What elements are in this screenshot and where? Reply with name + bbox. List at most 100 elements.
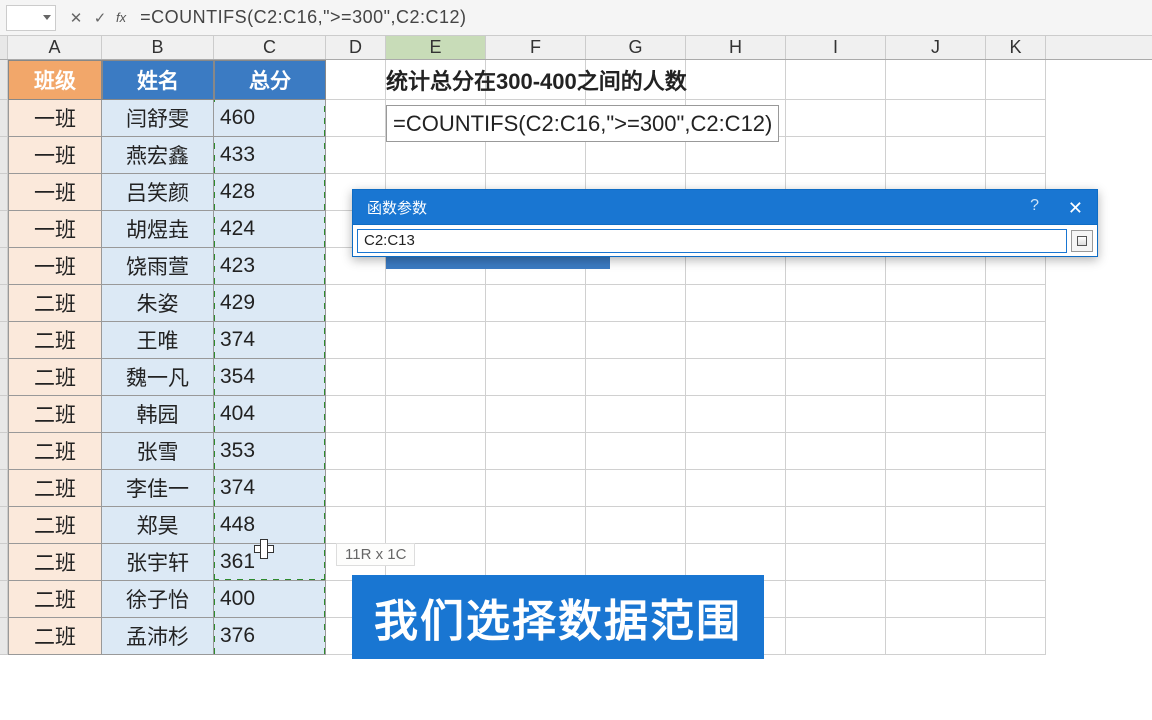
cell-class[interactable]: 一班 [8, 211, 102, 248]
cell-empty[interactable] [886, 507, 986, 544]
cell-empty[interactable] [886, 359, 986, 396]
dialog-titlebar[interactable]: 函数参数 ? ✕ [353, 190, 1097, 224]
cell-empty[interactable] [586, 433, 686, 470]
cell-empty[interactable] [986, 433, 1046, 470]
cell-name[interactable]: 饶雨萱 [102, 248, 214, 285]
cell-empty[interactable] [686, 285, 786, 322]
col-header-J[interactable]: J [886, 36, 986, 59]
cell-score[interactable]: 433 [214, 137, 326, 174]
cell-empty[interactable] [386, 470, 486, 507]
cell-empty[interactable] [886, 137, 986, 174]
cell-class[interactable]: 二班 [8, 470, 102, 507]
cell-empty[interactable] [986, 322, 1046, 359]
accept-formula-button[interactable]: ✓ [88, 5, 112, 31]
cell-empty[interactable] [486, 507, 586, 544]
col-header-E[interactable]: E [386, 36, 486, 59]
cell-empty[interactable] [986, 470, 1046, 507]
cell-empty[interactable] [686, 396, 786, 433]
cell-empty[interactable] [586, 359, 686, 396]
cell-score[interactable]: 429 [214, 285, 326, 322]
close-icon[interactable]: ✕ [1068, 198, 1083, 219]
cell-class[interactable]: 二班 [8, 322, 102, 359]
cell-name[interactable]: 燕宏鑫 [102, 137, 214, 174]
cell-empty[interactable] [586, 470, 686, 507]
cell-empty[interactable] [986, 618, 1046, 655]
select-all-corner[interactable] [0, 36, 8, 59]
cell-empty[interactable] [886, 544, 986, 581]
cell-empty[interactable] [986, 396, 1046, 433]
cell-empty[interactable] [486, 433, 586, 470]
cell-score[interactable]: 404 [214, 396, 326, 433]
cell-empty[interactable] [386, 433, 486, 470]
header-score[interactable]: 总分 [214, 60, 326, 100]
cell-score[interactable]: 448 [214, 507, 326, 544]
range-input[interactable] [357, 229, 1067, 253]
formula-input[interactable]: =COUNTIFS(C2:C16,">=300",C2:C12) [140, 7, 466, 28]
cell-class[interactable]: 二班 [8, 359, 102, 396]
cell-empty[interactable] [486, 396, 586, 433]
cell-empty[interactable] [386, 507, 486, 544]
cell-empty[interactable] [886, 322, 986, 359]
cell-empty[interactable] [686, 507, 786, 544]
cell-class[interactable]: 二班 [8, 433, 102, 470]
collapse-dialog-button[interactable] [1071, 230, 1093, 252]
title-text[interactable]: 统计总分在300-400之间的人数 [386, 64, 687, 96]
cell-class[interactable]: 一班 [8, 174, 102, 211]
cell-class[interactable]: 二班 [8, 618, 102, 655]
cell-e2-formula[interactable]: =COUNTIFS(C2:C16,">=300",C2:C12) [386, 105, 779, 142]
cell-empty[interactable] [686, 433, 786, 470]
cell-class[interactable]: 二班 [8, 581, 102, 618]
cell-empty[interactable] [986, 507, 1046, 544]
cell-name[interactable]: 孟沛杉 [102, 618, 214, 655]
cell-empty[interactable] [326, 359, 386, 396]
cell-empty[interactable] [586, 396, 686, 433]
cell-empty[interactable] [786, 433, 886, 470]
cell-name[interactable]: 李佳一 [102, 470, 214, 507]
cell-score[interactable]: 424 [214, 211, 326, 248]
cell-empty[interactable] [326, 396, 386, 433]
col-header-F[interactable]: F [486, 36, 586, 59]
cell-empty[interactable] [786, 396, 886, 433]
name-box[interactable] [6, 5, 56, 31]
fx-label[interactable]: fx [112, 10, 130, 25]
cell-score[interactable]: 428 [214, 174, 326, 211]
help-icon[interactable]: ? [1030, 197, 1039, 215]
cell-empty[interactable] [786, 470, 886, 507]
cell-empty[interactable] [586, 322, 686, 359]
cell-empty[interactable] [986, 359, 1046, 396]
cell-empty[interactable] [586, 137, 686, 174]
cell-empty[interactable] [686, 359, 786, 396]
cell-empty[interactable] [986, 581, 1046, 618]
cell-empty[interactable] [326, 507, 386, 544]
cell-score[interactable]: 423 [214, 248, 326, 285]
cell-empty[interactable] [386, 285, 486, 322]
cell-name[interactable]: 徐子怡 [102, 581, 214, 618]
cell-score[interactable]: 400 [214, 581, 326, 618]
cell-class[interactable]: 二班 [8, 396, 102, 433]
cell-empty[interactable] [386, 137, 486, 174]
cell-class[interactable]: 一班 [8, 137, 102, 174]
col-header-B[interactable]: B [102, 36, 214, 59]
cell-empty[interactable] [326, 433, 386, 470]
cell-name[interactable]: 朱姿 [102, 285, 214, 322]
cell-class[interactable]: 二班 [8, 544, 102, 581]
col-header-D[interactable]: D [326, 36, 386, 59]
cell-empty[interactable] [326, 137, 386, 174]
cell-empty[interactable] [786, 100, 886, 137]
cell-score[interactable]: 374 [214, 322, 326, 359]
cell-empty[interactable] [586, 285, 686, 322]
cell-score[interactable]: 374 [214, 470, 326, 507]
col-header-A[interactable]: A [8, 36, 102, 59]
cell-empty[interactable] [886, 433, 986, 470]
cell-empty[interactable] [786, 359, 886, 396]
cell-score[interactable]: 354 [214, 359, 326, 396]
cell-name[interactable]: 张雪 [102, 433, 214, 470]
cell-name[interactable]: 闫舒雯 [102, 100, 214, 137]
cell-empty[interactable] [786, 544, 886, 581]
cell-name[interactable]: 张宇轩 [102, 544, 214, 581]
cell-empty[interactable] [386, 396, 486, 433]
cell-empty[interactable] [386, 322, 486, 359]
cell-empty[interactable] [486, 137, 586, 174]
cell-class[interactable]: 二班 [8, 507, 102, 544]
header-name[interactable]: 姓名 [102, 60, 214, 100]
